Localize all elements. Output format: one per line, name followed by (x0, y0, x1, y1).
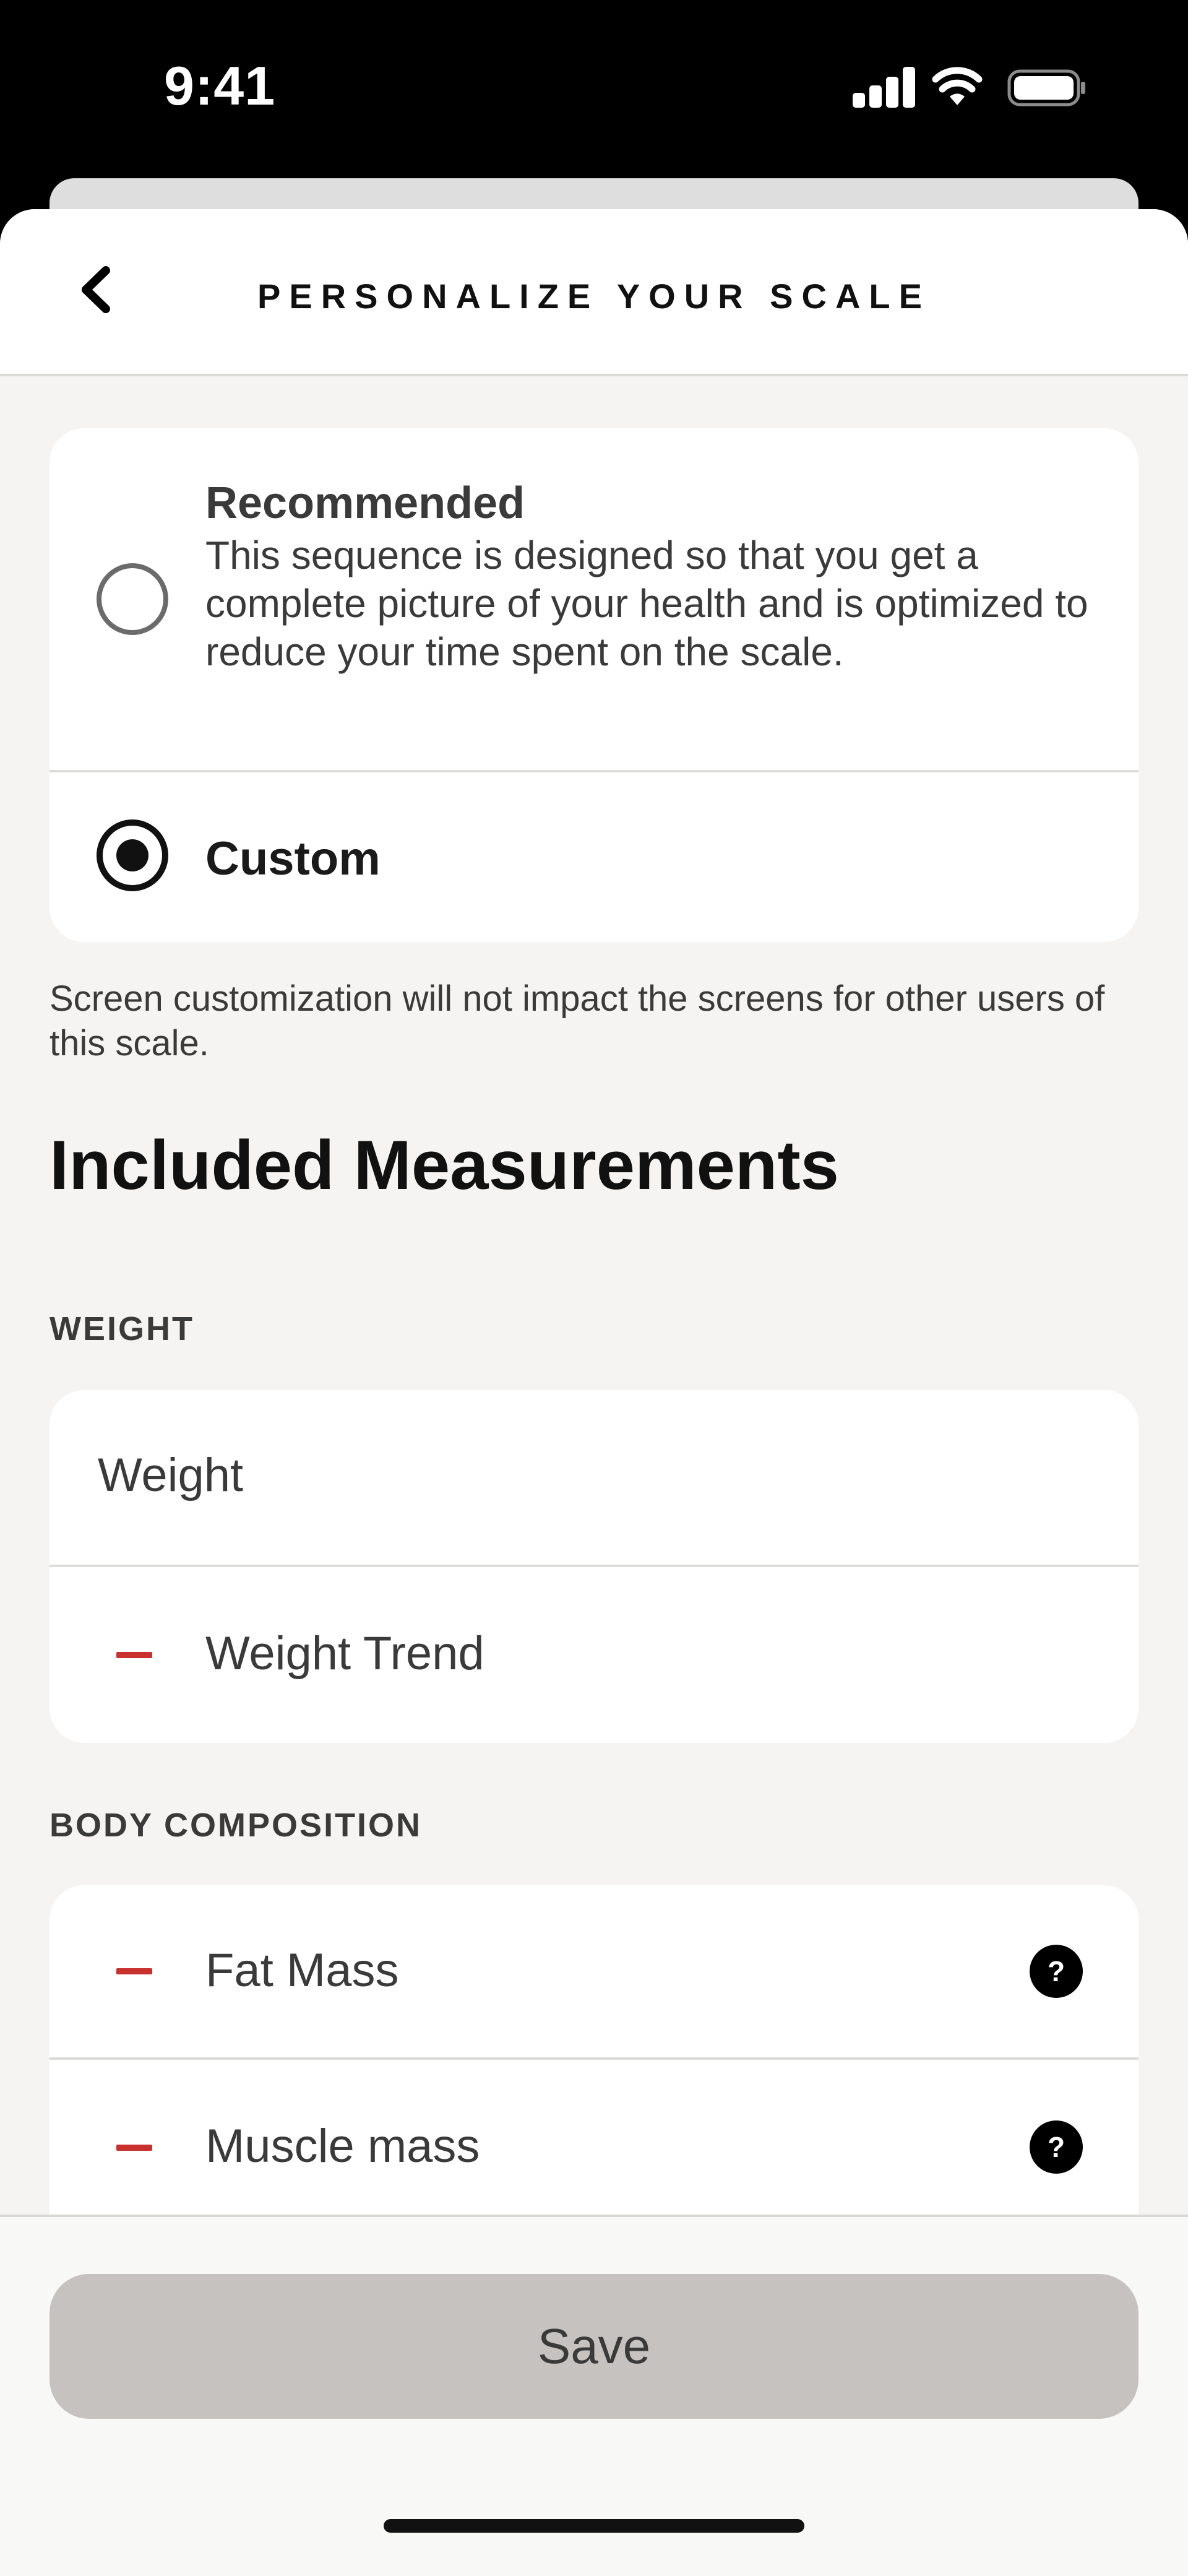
home-indicator (384, 2519, 804, 2533)
battery-icon (1007, 69, 1085, 106)
radio-custom[interactable] (97, 819, 168, 891)
customization-note: Screen customization will not impact the… (50, 979, 1105, 1063)
option-custom-title: Custom (205, 832, 381, 885)
personalize-scale-sheet: PERSONALIZE YOUR SCALE Recommended This … (0, 209, 1188, 2576)
question-mark-icon[interactable]: ? (1030, 1945, 1083, 1998)
header: PERSONALIZE YOUR SCALE (0, 209, 1188, 376)
question-mark-icon[interactable]: ? (1030, 2120, 1083, 2174)
list-item: Fat Mass ? (50, 1885, 1138, 2057)
page-title: PERSONALIZE YOUR SCALE (257, 277, 931, 316)
radio-recommended[interactable] (97, 563, 168, 635)
body-composition-card: Fat Mass ? Muscle mass ? (50, 1885, 1138, 2269)
option-custom[interactable]: Custom (50, 772, 1138, 942)
item-label: Weight Trend (205, 1627, 484, 1680)
item-label: Muscle mass (205, 2120, 480, 2172)
weight-card: Weight Weight Trend (50, 1390, 1138, 1743)
option-recommended-title: Recommended (205, 478, 525, 528)
mode-options-card: Recommended This sequence is designed so… (50, 428, 1138, 942)
item-label: Weight (98, 1449, 244, 1502)
wifi-icon (932, 67, 983, 105)
save-button[interactable]: Save (50, 2274, 1138, 2419)
section-heading: Included Measurements (50, 1126, 839, 1204)
bottom-bar: Save (0, 2215, 1188, 2576)
group-label-body-composition: BODY COMPOSITION (50, 1807, 423, 1844)
list-item: Muscle mass ? (50, 2060, 1138, 2233)
option-recommended-description: This sequence is designed so that you ge… (205, 533, 1088, 674)
status-time: 9:41 (164, 55, 276, 116)
option-recommended[interactable]: Recommended This sequence is designed so… (50, 428, 1138, 770)
status-bar: 9:41 (0, 0, 1188, 179)
remove-icon[interactable] (116, 2145, 152, 2151)
item-label: Fat Mass (205, 1944, 399, 1997)
group-label-weight: WEIGHT (50, 1310, 194, 1347)
list-item: Weight (50, 1390, 1138, 1565)
remove-icon[interactable] (116, 1968, 152, 1974)
cellular-signal-icon (853, 67, 915, 108)
list-item: Weight Trend (50, 1567, 1138, 1743)
remove-icon[interactable] (116, 1652, 152, 1658)
